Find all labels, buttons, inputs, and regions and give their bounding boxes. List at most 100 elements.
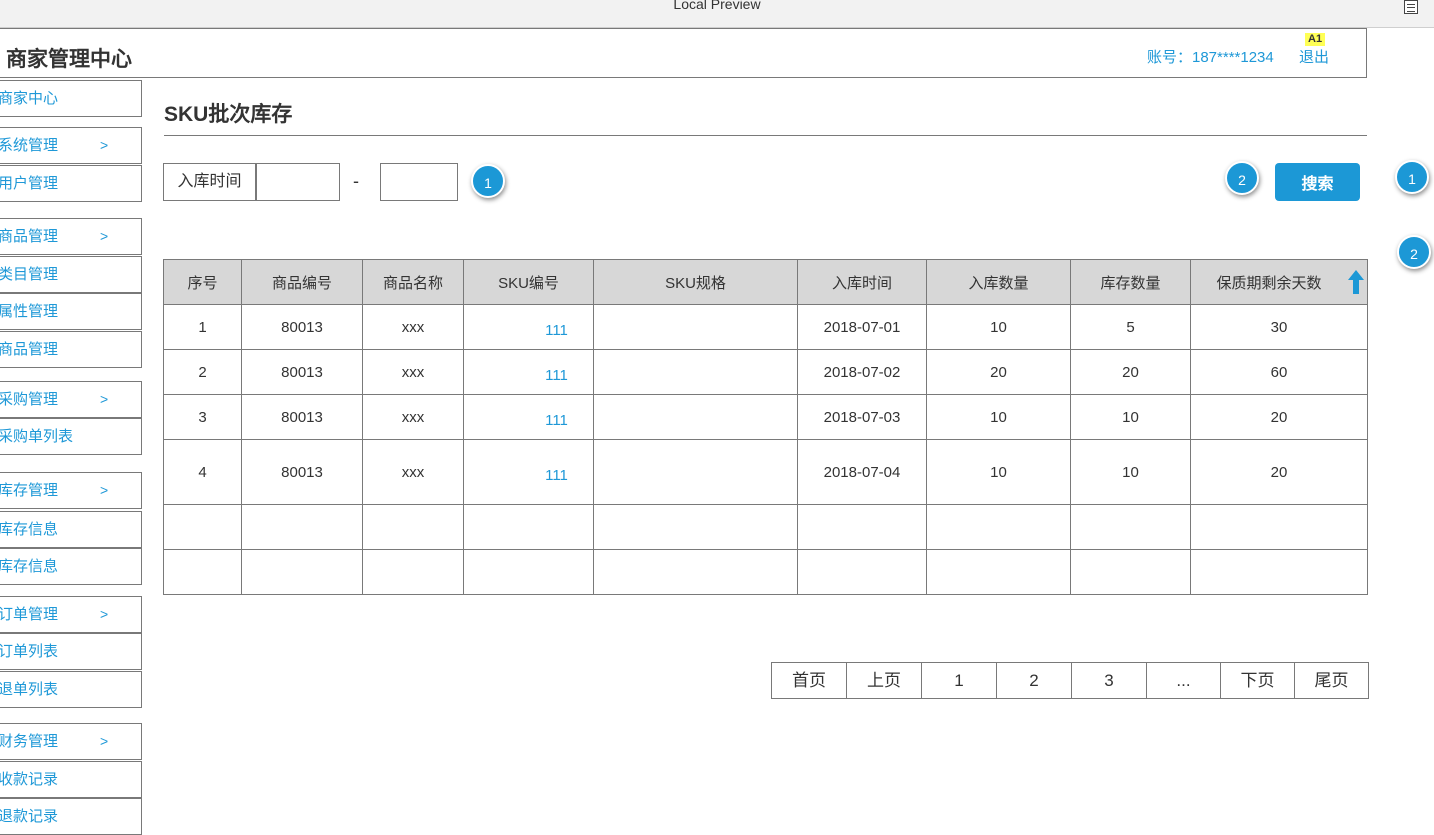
sidebar-item-receipts[interactable]: 收款记录 <box>0 761 142 798</box>
column-header: SKU规格 <box>593 259 798 305</box>
table-cell <box>362 504 464 550</box>
sidebar-item-users[interactable]: 用户管理 <box>0 165 142 202</box>
table-cell <box>593 394 798 440</box>
table-cell: 2 <box>163 349 242 395</box>
search-button[interactable]: 搜索 <box>1275 163 1360 201</box>
window-titlebar: Local Preview <box>0 0 1434 28</box>
column-header: 商品名称 <box>362 259 464 305</box>
sidebar-group-inventory[interactable]: 库存管理 > <box>0 472 142 509</box>
chevron-right-icon: > <box>100 482 109 498</box>
table-cell <box>1190 504 1368 550</box>
sidebar-group-purchasing[interactable]: 采购管理 > <box>0 381 142 418</box>
annotation-marker: 1 <box>1395 160 1429 194</box>
title-divider <box>164 135 1367 136</box>
page-last-button[interactable]: 尾页 <box>1294 662 1369 699</box>
sidebar-group-products[interactable]: 商品管理 > <box>0 218 142 255</box>
table-cell <box>593 439 798 505</box>
table-cell: xxx <box>362 349 464 395</box>
table-cell: 2018-07-03 <box>797 394 927 440</box>
page-prev-button[interactable]: 上页 <box>846 662 922 699</box>
stock-in-time-label: 入库时间 <box>163 163 256 201</box>
table-cell <box>1190 549 1368 595</box>
sidebar-item-refund-list[interactable]: 退单列表 <box>0 671 142 708</box>
sku-link[interactable]: 111 <box>463 349 594 395</box>
column-header: 序号 <box>163 259 242 305</box>
sidebar-item-product-management[interactable]: 商品管理 <box>0 331 142 368</box>
table-cell <box>926 504 1071 550</box>
sidebar-group-system[interactable]: 系统管理 > <box>0 127 142 164</box>
table-row: 4 80013 xxx 111 2018-07-04 10 10 20 <box>163 439 1368 505</box>
chevron-right-icon: > <box>100 228 109 244</box>
table-cell: 1 <box>163 304 242 350</box>
table-cell <box>1070 504 1191 550</box>
table-cell <box>241 504 363 550</box>
table-cell: 10 <box>926 304 1071 350</box>
table-cell: 30 <box>1190 304 1368 350</box>
sidebar-group-orders[interactable]: 订单管理 > <box>0 596 142 633</box>
table-row <box>163 549 1368 595</box>
sidebar-item-categories[interactable]: 类目管理 <box>0 256 142 293</box>
start-date-input[interactable] <box>256 163 340 201</box>
date-range-separator: - <box>353 171 359 191</box>
sku-link[interactable]: 111 <box>463 394 594 440</box>
table-row: 1 80013 xxx 111 2018-07-01 10 5 30 <box>163 304 1368 350</box>
page-1-button[interactable]: 1 <box>921 662 997 699</box>
table-cell: 3 <box>163 394 242 440</box>
sidebar-item-inventory-info[interactable]: 库存信息 <box>0 511 142 548</box>
sidebar-group-finance[interactable]: 财务管理 > <box>0 723 142 760</box>
table-cell <box>593 304 798 350</box>
table-cell: 80013 <box>241 439 363 505</box>
page-3-button[interactable]: 3 <box>1071 662 1147 699</box>
table-cell: 60 <box>1190 349 1368 395</box>
table-row <box>163 504 1368 550</box>
table-cell: 20 <box>1070 349 1191 395</box>
table-cell: 2018-07-02 <box>797 349 927 395</box>
table-header-row: 序号 商品编号 商品名称 SKU编号 SKU规格 入库时间 入库数量 库存数量 … <box>163 259 1368 305</box>
table-cell <box>926 549 1071 595</box>
logout-link[interactable]: 退出 <box>1299 46 1329 67</box>
sidebar-item-attributes[interactable]: 属性管理 <box>0 293 142 330</box>
table-cell: 20 <box>926 349 1071 395</box>
chevron-right-icon: > <box>100 391 109 407</box>
table-cell <box>593 349 798 395</box>
page-2-button[interactable]: 2 <box>996 662 1072 699</box>
table-cell: 80013 <box>241 304 363 350</box>
arrow-up-icon[interactable] <box>1347 269 1365 295</box>
table-cell: 2018-07-01 <box>797 304 927 350</box>
table-cell <box>463 504 594 550</box>
sidebar-item-refunds[interactable]: 退款记录 <box>0 798 142 835</box>
column-header: SKU编号 <box>463 259 594 305</box>
sku-link[interactable]: 111 <box>463 304 594 350</box>
column-header: 库存数量 <box>1070 259 1191 305</box>
column-header-shelf-life[interactable]: 保质期剩余天数 <box>1190 259 1368 305</box>
sidebar-item-merchant-center[interactable]: 商家中心 <box>0 80 142 117</box>
table-cell: xxx <box>362 394 464 440</box>
table-cell: 80013 <box>241 349 363 395</box>
column-header: 入库时间 <box>797 259 927 305</box>
brand-title: 商家管理中心 <box>6 48 132 71</box>
table-cell: 10 <box>926 439 1071 505</box>
table-cell: 10 <box>1070 439 1191 505</box>
annotation-marker: 2 <box>1397 235 1431 269</box>
app-header: 商家管理中心 账号：187****1234 退出 A1 <box>0 28 1367 78</box>
column-header-label: 保质期剩余天数 <box>1216 274 1322 292</box>
end-date-input[interactable] <box>380 163 458 201</box>
table-cell: 2018-07-04 <box>797 439 927 505</box>
table-cell <box>163 504 242 550</box>
table-cell <box>593 504 798 550</box>
table-cell: 20 <box>1190 439 1368 505</box>
pagination: 首页 上页 1 2 3 ... 下页 尾页 <box>771 662 1369 699</box>
sidebar-item-purchase-orders[interactable]: 采购单列表 <box>0 418 142 455</box>
table-cell: 20 <box>1190 394 1368 440</box>
sidebar-item-order-list[interactable]: 订单列表 <box>0 633 142 670</box>
page-first-button[interactable]: 首页 <box>771 662 847 699</box>
sku-link[interactable]: 111 <box>463 439 594 505</box>
table-cell: 80013 <box>241 394 363 440</box>
page-next-button[interactable]: 下页 <box>1220 662 1295 699</box>
chevron-right-icon: > <box>100 733 109 749</box>
sku-batch-table: 序号 商品编号 商品名称 SKU编号 SKU规格 入库时间 入库数量 库存数量 … <box>163 259 1368 595</box>
table-cell <box>362 549 464 595</box>
page-ellipsis: ... <box>1146 662 1221 699</box>
document-icon[interactable] <box>1404 0 1418 14</box>
sidebar-item-inventory-info-2[interactable]: 库存信息 <box>0 548 142 585</box>
